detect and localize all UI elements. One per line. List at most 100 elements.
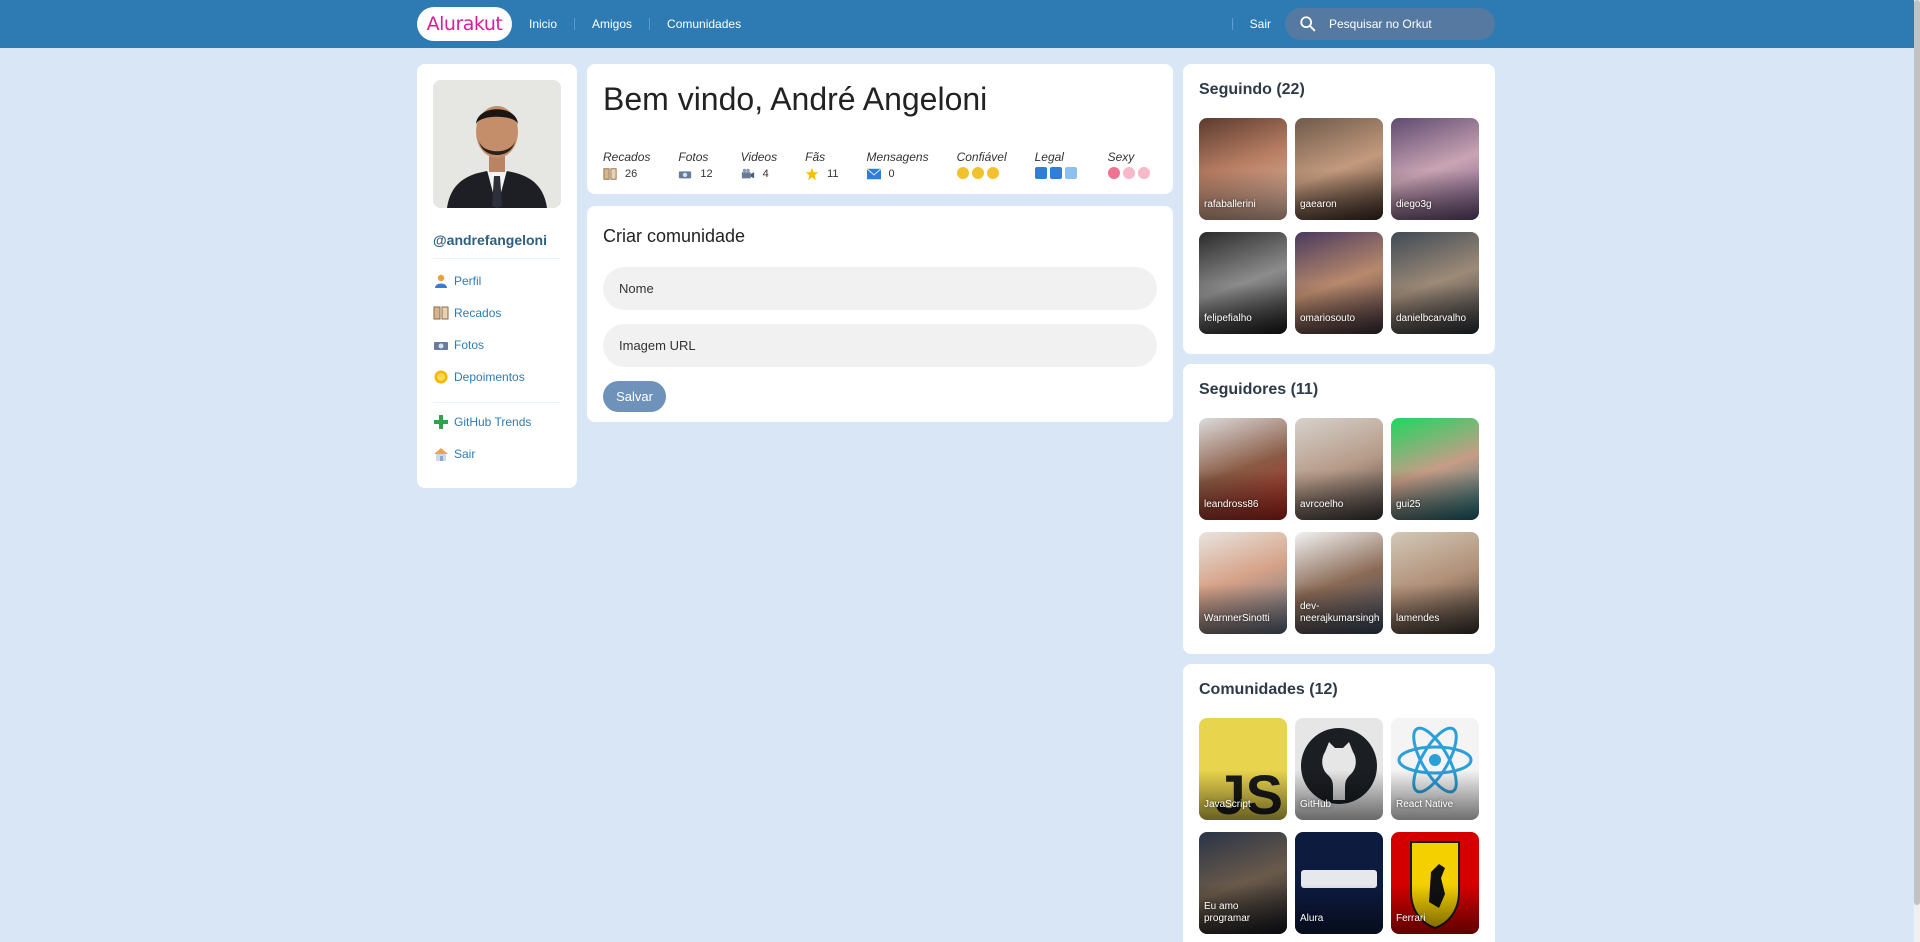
stat-recados[interactable]: Recados 26 — [603, 150, 650, 181]
card-label: felipefialho — [1204, 313, 1252, 324]
cube-icon — [1049, 167, 1062, 180]
stat-number: 4 — [762, 168, 769, 181]
menu-label: Recados — [454, 306, 502, 320]
community-name-input[interactable]: Nome — [603, 267, 1157, 310]
save-button[interactable]: Salvar — [603, 381, 666, 412]
stat-label: Confiável — [956, 150, 1007, 165]
scrollbar[interactable] — [1914, 0, 1920, 942]
menu-item-depoimentos[interactable]: Depoimentos — [433, 361, 561, 393]
menu-item-recados[interactable]: Recados — [433, 297, 561, 329]
stat-label: Recados — [603, 150, 651, 165]
create-community-box: Criar comunidade Nome Imagem URL Salvar — [587, 206, 1173, 422]
community-card[interactable]: Ferrari — [1391, 832, 1479, 934]
create-community-title: Criar comunidade — [603, 226, 746, 246]
top-right: Sair Pesquisar no Orkut — [1231, 8, 1495, 40]
stat-sexy[interactable]: Sexy — [1107, 150, 1153, 181]
cube-icon — [1064, 167, 1077, 180]
stat-label: Fotos — [678, 150, 709, 165]
following-grid: rafaballerini gaearon diego3g felipefial… — [1199, 118, 1479, 334]
follower-card[interactable]: leandross86 — [1199, 418, 1287, 520]
card-label: diego3g — [1396, 199, 1432, 210]
menu-divider — [433, 402, 561, 403]
card-label: React Native — [1396, 799, 1454, 810]
card-label: JavaScript — [1204, 799, 1251, 810]
envelope-icon — [866, 167, 881, 181]
community-card[interactable]: Eu amo programar — [1199, 832, 1287, 934]
stat-value: 11 — [805, 167, 839, 181]
stat-value — [1107, 167, 1153, 180]
following-card[interactable]: rafaballerini — [1199, 118, 1287, 220]
stat-fas[interactable]: Fãs 11 — [805, 150, 839, 181]
community-image-input[interactable]: Imagem URL — [603, 324, 1157, 367]
book-icon — [433, 305, 449, 321]
profile-menu: Perfil Recados Fotos Depoimentos — [433, 265, 561, 393]
nav-amigos[interactable]: Amigos — [575, 17, 649, 31]
stat-legal[interactable]: Legal — [1034, 150, 1080, 181]
stat-confiavel[interactable]: Confiável — [956, 150, 1007, 181]
community-card[interactable]: JS JavaScript — [1199, 718, 1287, 820]
following-box: Seguindo (22) rafaballerini gaearon dieg… — [1183, 64, 1495, 354]
camera-icon — [678, 167, 692, 181]
community-card[interactable]: Alura — [1295, 832, 1383, 934]
search-input[interactable]: Pesquisar no Orkut — [1285, 8, 1495, 40]
logo[interactable]: Alurakut — [417, 7, 512, 41]
communities-grid: JS JavaScript GitHub React Native Eu amo — [1199, 718, 1479, 934]
name-placeholder: Nome — [619, 281, 654, 296]
menu-item-fotos[interactable]: Fotos — [433, 329, 561, 361]
menu-item-sair[interactable]: Sair — [433, 438, 561, 470]
logout-link[interactable]: Sair — [1233, 17, 1271, 31]
following-card[interactable]: danielbcarvalho — [1391, 232, 1479, 334]
stat-value: 12 — [678, 167, 713, 181]
stat-value: 0 — [866, 167, 929, 181]
heart-icon — [1137, 167, 1150, 180]
stat-number: 11 — [827, 168, 839, 181]
card-label: GitHub — [1300, 799, 1332, 810]
following-card[interactable]: gaearon — [1295, 118, 1383, 220]
profile-menu-secondary: GitHub Trends Sair — [433, 406, 561, 470]
stat-label: Fãs — [805, 150, 826, 165]
card-label: gaearon — [1300, 199, 1337, 210]
welcome-title: Bem vindo, André Angeloni — [603, 81, 988, 117]
stat-label: Mensagens — [866, 150, 929, 165]
communities-box: Comunidades (12) JS JavaScript GitHub Re… — [1183, 664, 1495, 942]
follower-card[interactable]: gui25 — [1391, 418, 1479, 520]
following-title: Seguindo (22) — [1199, 81, 1305, 98]
card-label: rafaballerini — [1204, 199, 1256, 210]
scrollbar-thumb[interactable] — [1914, 0, 1920, 905]
camera-icon — [433, 337, 449, 353]
menu-item-github-trends[interactable]: GitHub Trends — [433, 406, 561, 438]
card-label: Alura — [1300, 913, 1324, 924]
followers-grid: leandross86 avrcoelho gui25 WarnnerSinot… — [1199, 418, 1479, 634]
community-card[interactable]: React Native — [1391, 718, 1479, 820]
stat-number: 12 — [700, 168, 713, 181]
following-card[interactable]: omariosouto — [1295, 232, 1383, 334]
home-icon — [433, 446, 449, 462]
profile-stats: Recados 26 Fotos 12 Videos 4 Fãs 11 Mens… — [603, 150, 1157, 181]
menu-item-perfil[interactable]: Perfil — [433, 265, 561, 297]
follower-card[interactable]: WarnnerSinotti — [1199, 532, 1287, 634]
nav-comunidades[interactable]: Comunidades — [650, 17, 758, 31]
stat-value: 4 — [741, 167, 777, 181]
search-placeholder: Pesquisar no Orkut — [1329, 17, 1432, 31]
card-label: leandross86 — [1204, 499, 1259, 510]
avatar-image — [433, 80, 561, 208]
stat-number: 0 — [888, 168, 895, 181]
menu-label: Fotos — [454, 338, 485, 352]
stat-fotos[interactable]: Fotos 12 — [678, 150, 712, 181]
card-label: danielbcarvalho — [1396, 313, 1467, 324]
follower-card[interactable]: dev-neerajkumarsingh — [1295, 532, 1383, 634]
following-card[interactable]: felipefialho — [1199, 232, 1287, 334]
username[interactable]: @andrefangeloni — [433, 232, 561, 259]
community-card[interactable]: GitHub — [1295, 718, 1383, 820]
following-card[interactable]: diego3g — [1391, 118, 1479, 220]
image-placeholder: Imagem URL — [619, 338, 696, 353]
follower-card[interactable]: avrcoelho — [1295, 418, 1383, 520]
follower-card[interactable]: lamendes — [1391, 532, 1479, 634]
menu-label: Sair — [454, 447, 476, 461]
top-bar-inner: Alurakut Inicio Amigos Comunidades Sair … — [417, 0, 1495, 48]
stat-mensagens[interactable]: Mensagens 0 — [866, 150, 929, 181]
book-icon — [603, 167, 617, 181]
card-label: gui25 — [1396, 499, 1421, 510]
nav-inicio[interactable]: Inicio — [512, 17, 574, 31]
stat-videos[interactable]: Videos 4 — [741, 150, 777, 181]
